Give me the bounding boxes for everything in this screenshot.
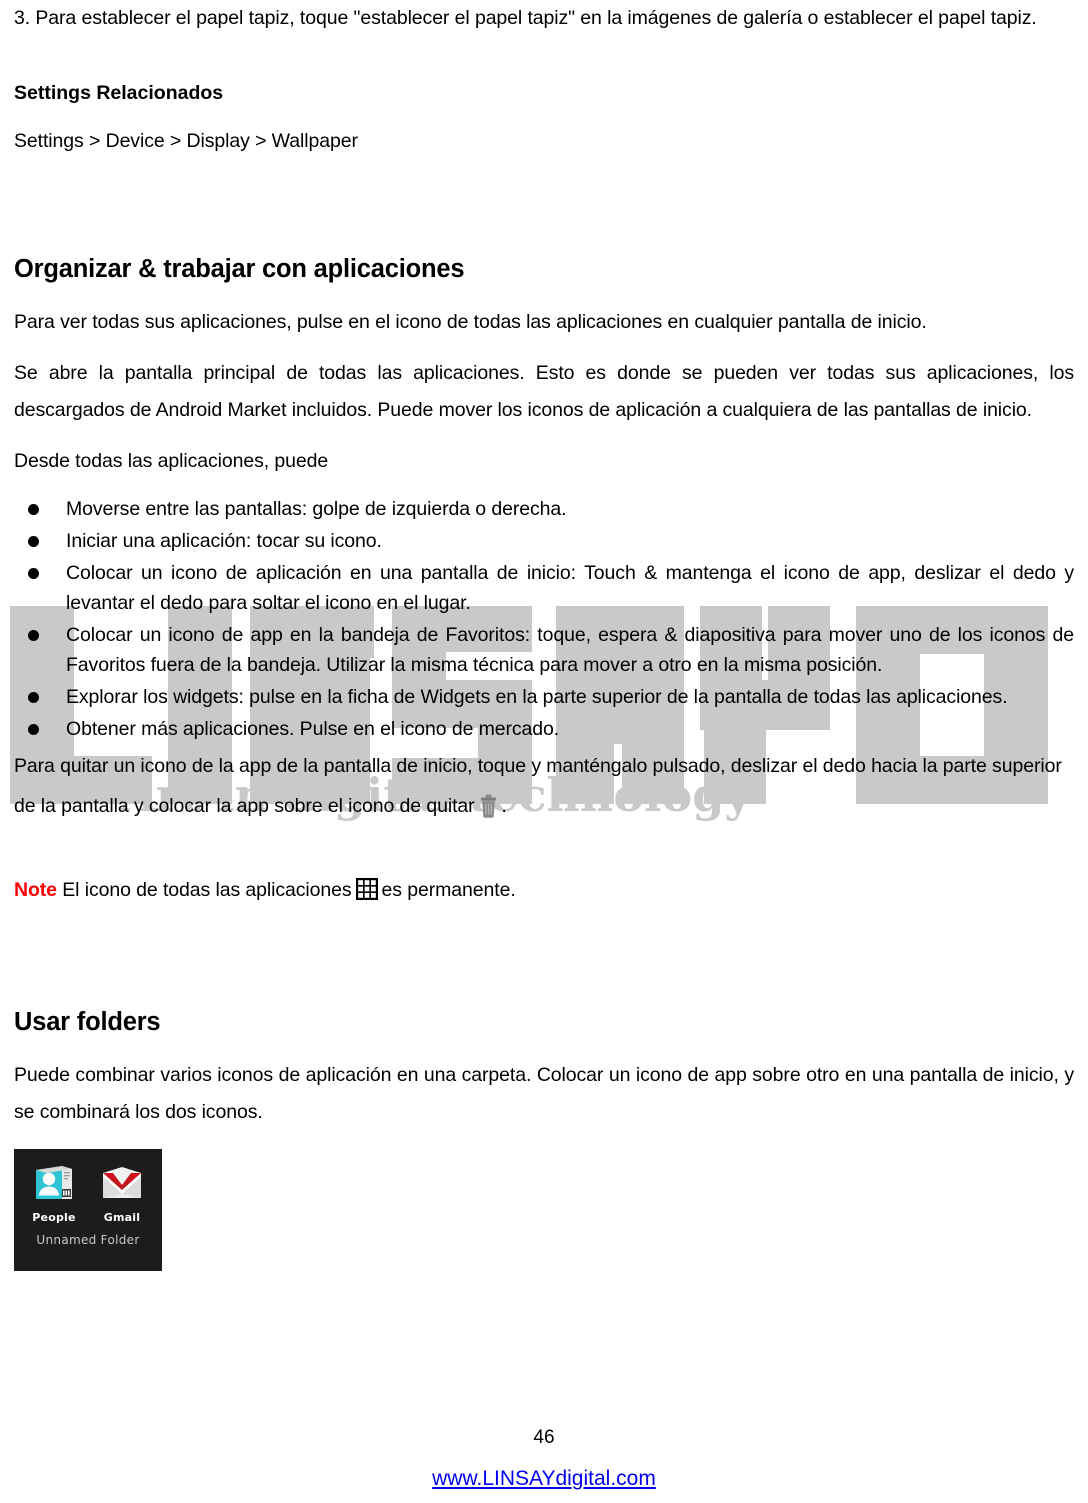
- page-footer: 46 www.LINSAYdigital.com: [0, 1423, 1088, 1491]
- trash-icon: [479, 792, 498, 832]
- list-item: Obtener más aplicaciones. Pulse en el ic…: [14, 714, 1074, 744]
- related-settings-heading: Settings Relacionados: [14, 82, 224, 104]
- document-page: Art in digital technology 3. Para establ…: [0, 0, 1088, 1503]
- folder-app-row: People Gmail: [14, 1149, 162, 1224]
- list-item: Moverse entre las pantallas: golpe de iz…: [14, 494, 1074, 524]
- related-settings-path: Settings > Device > Display > Wallpaper: [14, 130, 358, 152]
- remove-icon-paragraph: Para quitar un icono de la app de la pan…: [14, 746, 1074, 832]
- folder-app-gmail: Gmail: [96, 1163, 148, 1224]
- folder-app-label: Gmail: [103, 1211, 141, 1224]
- bullet-dot-icon: [28, 724, 39, 735]
- apps-paragraph-3: Desde todas las aplicaciones, puede: [14, 450, 329, 472]
- folder-app-people: People: [28, 1163, 80, 1224]
- bullet-dot-icon: [28, 630, 39, 641]
- bullet-dot-icon: [28, 504, 39, 515]
- list-item: Colocar un icono de app en la bandeja de…: [14, 620, 1074, 680]
- folders-paragraph-1: Puede combinar varios iconos de aplicaci…: [14, 1064, 1074, 1123]
- section-heading-usar-folders: Usar folders: [14, 1008, 161, 1036]
- document-content: 3. Para establecer el papel tapiz, toque…: [0, 0, 1088, 1271]
- folder-app-label: People: [32, 1211, 76, 1224]
- section-heading-organizar: Organizar & trabajar con aplicaciones: [14, 255, 465, 283]
- bullet-dot-icon: [28, 692, 39, 703]
- folder-screenshot: People Gmail Unnamed Folder: [14, 1149, 162, 1271]
- list-item-label: Explorar los widgets: pulse en la ficha …: [66, 686, 1008, 708]
- remove-icon-text: Para quitar un icono de la app de la pan…: [14, 755, 1062, 817]
- list-item: Explorar los widgets: pulse en la ficha …: [14, 682, 1074, 712]
- note-text-before: El icono de todas las aplicaciones: [62, 879, 352, 901]
- remove-icon-text-end: .: [501, 795, 507, 817]
- people-app-icon: [32, 1166, 76, 1207]
- bullet-dot-icon: [28, 536, 39, 547]
- folder-name-label: Unnamed Folder: [36, 1233, 140, 1247]
- note-text-after: es permanente.: [381, 879, 516, 901]
- bullet-dot-icon: [28, 568, 39, 579]
- note-paragraph: Note El icono de todas las aplicaciones e…: [14, 872, 1074, 913]
- apps-paragraph-2: Se abre la pantalla principal de todas l…: [14, 362, 1074, 421]
- note-label: Note: [14, 879, 57, 901]
- list-item: Colocar un icono de aplicación en una pa…: [14, 558, 1074, 618]
- apps-paragraph-1: Para ver todas sus aplicaciones, pulse e…: [14, 311, 927, 333]
- apps-bullet-list: Moverse entre las pantallas: golpe de iz…: [14, 494, 1074, 744]
- gmail-app-icon: [100, 1167, 144, 1207]
- all-apps-grid-icon: [355, 876, 378, 913]
- intro-step-paragraph: 3. Para establecer el papel tapiz, toque…: [14, 7, 1037, 29]
- page-number: 46: [533, 1427, 555, 1448]
- list-item-label: Obtener más aplicaciones. Pulse en el ic…: [66, 718, 560, 740]
- list-item-label: Iniciar una aplicación: tocar su icono.: [66, 530, 382, 552]
- list-item-label: Moverse entre las pantallas: golpe de iz…: [66, 498, 567, 520]
- list-item-label: Colocar un icono de app en la bandeja de…: [66, 624, 1074, 676]
- list-item-label: Colocar un icono de aplicación en una pa…: [66, 562, 1074, 614]
- website-link[interactable]: www.LINSAYdigital.com: [432, 1467, 656, 1491]
- list-item: Iniciar una aplicación: tocar su icono.: [14, 526, 1074, 556]
